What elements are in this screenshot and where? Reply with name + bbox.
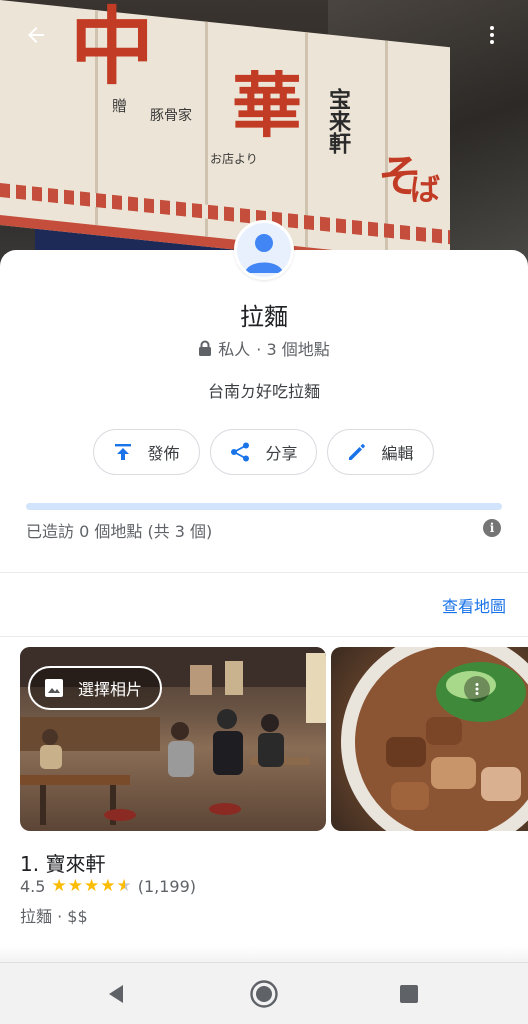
food-dish-image bbox=[341, 647, 528, 831]
rating-row: 4.5 ★ ★ ★ ★ ★ (1,199) bbox=[20, 877, 196, 896]
noren-curtain bbox=[0, 0, 450, 273]
nav-back-button[interactable] bbox=[99, 977, 133, 1011]
back-button[interactable] bbox=[16, 15, 56, 55]
image-icon bbox=[45, 679, 63, 697]
noren-text: 豚骨家 bbox=[150, 108, 192, 124]
recents-square-icon bbox=[400, 985, 418, 1003]
visited-progress-bar bbox=[26, 503, 502, 510]
person-icon bbox=[245, 234, 283, 273]
avatar bbox=[234, 220, 294, 280]
place-photo[interactable] bbox=[331, 647, 528, 831]
arrow-left-icon bbox=[28, 27, 44, 43]
publish-button[interactable]: 發佈 bbox=[93, 429, 200, 475]
star-icon: ★ bbox=[51, 876, 67, 896]
list-detail-screen: 中 華 そ ば 贈 豚骨家 宝来軒 お店より 拉麵 私人 · 3 個地點 台南ㄉ… bbox=[0, 0, 528, 1024]
list-title: 拉麵 bbox=[240, 303, 288, 331]
list-meta: 私人 · 3 個地點 bbox=[0, 336, 528, 360]
visited-count: 已造訪 0 個地點 (共 3 個) bbox=[26, 522, 213, 541]
photo-more-button[interactable] bbox=[464, 676, 490, 702]
pencil-icon bbox=[349, 444, 366, 460]
more-options-button[interactable] bbox=[472, 15, 512, 55]
star-rating: ★ ★ ★ ★ ★ bbox=[51, 878, 131, 895]
view-map-link[interactable]: 查看地圖 bbox=[442, 593, 506, 617]
list-description: 台南ㄉ好吃拉麵 bbox=[207, 382, 320, 401]
lock-icon bbox=[199, 340, 212, 356]
divider bbox=[0, 572, 528, 573]
system-navigation-bar bbox=[0, 962, 528, 1024]
review-count: (1,199) bbox=[137, 877, 196, 896]
nav-recents-button[interactable] bbox=[392, 977, 426, 1011]
noren-glyph: 華 bbox=[232, 64, 302, 147]
share-button[interactable]: 分享 bbox=[210, 429, 317, 475]
more-vert-icon bbox=[490, 26, 494, 44]
edit-button[interactable]: 編輯 bbox=[327, 429, 434, 475]
half-star-icon: ★ bbox=[116, 876, 132, 896]
share-label: 分享 bbox=[265, 444, 298, 463]
noren-text: 宝来軒 bbox=[325, 88, 351, 154]
star-icon: ★ bbox=[67, 876, 83, 896]
publish-icon bbox=[115, 444, 132, 460]
publish-label: 發佈 bbox=[147, 444, 180, 463]
home-circle-icon bbox=[250, 980, 278, 1008]
noren-text: お店より bbox=[210, 152, 258, 166]
select-photo-label: 選擇相片 bbox=[78, 680, 143, 699]
share-icon bbox=[231, 442, 250, 462]
edit-label: 編輯 bbox=[381, 444, 414, 463]
noren-glyph: ば bbox=[410, 173, 440, 208]
noren-text: 贈 bbox=[112, 97, 128, 115]
more-vert-icon bbox=[475, 683, 479, 695]
select-photo-button[interactable]: 選擇相片 bbox=[28, 666, 163, 710]
place-name[interactable]: 1. 寶來軒 bbox=[20, 848, 105, 877]
nav-home-button[interactable] bbox=[247, 977, 281, 1011]
info-icon[interactable]: i bbox=[483, 519, 501, 537]
back-triangle-icon bbox=[109, 985, 123, 1003]
rating-value: 4.5 bbox=[20, 877, 46, 896]
star-icon: ★ bbox=[83, 876, 100, 896]
place-category: 拉麵 · $$ bbox=[20, 907, 88, 926]
star-icon: ★ bbox=[100, 876, 116, 896]
place-count: · 3 個地點 bbox=[256, 340, 330, 359]
divider bbox=[0, 636, 528, 637]
privacy-label: 私人 bbox=[218, 340, 251, 359]
noren-glyph: 中 bbox=[70, 0, 155, 96]
